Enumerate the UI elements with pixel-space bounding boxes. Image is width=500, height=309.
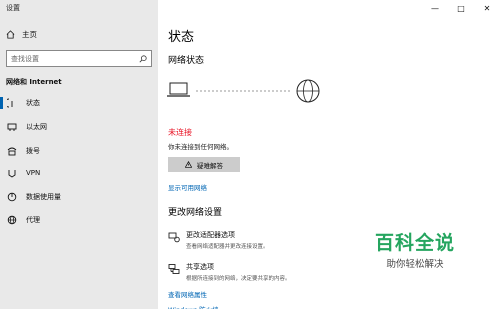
adapter-icon <box>168 232 180 243</box>
status-icon <box>7 98 17 108</box>
sidebar-item-data-usage[interactable]: 数据使用量 <box>0 187 158 207</box>
warning-icon <box>185 161 192 168</box>
option-title: 共享选项 <box>186 263 214 271</box>
sidebar-item-proxy[interactable]: 代理 <box>0 210 158 230</box>
watermark: 百科全说 助你轻松解决 <box>365 232 465 270</box>
laptop-icon <box>167 82 190 97</box>
status-description: 你未连接到任何网络。 <box>168 143 233 151</box>
adapter-options-item[interactable]: 更改适配器选项 查看网络适配器并更改连接设置。 <box>168 230 269 250</box>
sharing-icon <box>168 264 180 274</box>
option-title: 更改适配器选项 <box>186 231 235 239</box>
data-usage-icon <box>7 192 17 202</box>
sidebar-item-status[interactable]: 状态 <box>0 93 158 113</box>
globe-icon <box>296 79 320 103</box>
show-networks-link[interactable]: 显示可用网络 <box>168 182 207 192</box>
search-input[interactable]: 查找设置 <box>6 50 152 67</box>
sidebar-item-label: 拨号 <box>26 147 40 155</box>
home-icon <box>6 30 15 39</box>
network-status-heading: 网络状态 <box>168 56 205 66</box>
vpn-icon <box>7 168 17 178</box>
troubleshoot-button[interactable]: 疑难解答 <box>168 157 240 172</box>
view-network-properties-link[interactable]: 查看网络属性 <box>168 289 207 299</box>
sidebar-item-label: 数据使用量 <box>26 193 61 201</box>
window-title: 设置 <box>6 4 20 12</box>
proxy-icon <box>7 215 17 225</box>
sidebar-item-label: 代理 <box>26 216 40 224</box>
maximize-button[interactable]: □ <box>448 0 474 16</box>
watermark-title: 百科全说 <box>374 232 455 254</box>
window-controls: — □ ✕ <box>422 0 500 16</box>
minimize-button[interactable]: — <box>422 0 448 16</box>
sidebar: 设置 主页 查找设置 网络和 Internet 状态 以太网 拨号 VPN 数据… <box>0 0 158 309</box>
change-settings-heading: 更改网络设置 <box>168 208 223 218</box>
home-label: 主页 <box>22 30 37 39</box>
search-icon <box>139 54 147 62</box>
option-description: 根据所连接到的网络，决定要共享的内容。 <box>186 276 291 282</box>
page-title: 状态 <box>168 30 195 45</box>
search-placeholder: 查找设置 <box>11 54 39 63</box>
dialup-icon <box>7 146 17 156</box>
sidebar-home[interactable]: 主页 <box>6 29 37 40</box>
sidebar-item-vpn[interactable]: VPN <box>0 163 158 183</box>
status-text: 未连接 <box>168 128 192 137</box>
sharing-options-item[interactable]: 共享选项 根据所连接到的网络，决定要共享的内容。 <box>168 262 291 282</box>
sidebar-item-dialup[interactable]: 拨号 <box>0 141 158 161</box>
firewall-link[interactable]: Windows 防火墙 <box>168 304 219 309</box>
close-button[interactable]: ✕ <box>474 0 500 16</box>
sidebar-item-label: 状态 <box>26 99 40 107</box>
option-description: 查看网络适配器并更改连接设置。 <box>186 244 269 250</box>
network-diagram <box>167 79 320 103</box>
sidebar-item-label: VPN <box>26 169 41 177</box>
section-title: 网络和 Internet <box>6 78 62 86</box>
sidebar-item-ethernet[interactable]: 以太网 <box>0 117 158 137</box>
troubleshoot-label: 疑难解答 <box>197 161 223 170</box>
watermark-subtitle: 助你轻松解决 <box>386 259 444 270</box>
ethernet-icon <box>7 122 17 132</box>
sidebar-item-label: 以太网 <box>26 123 47 131</box>
